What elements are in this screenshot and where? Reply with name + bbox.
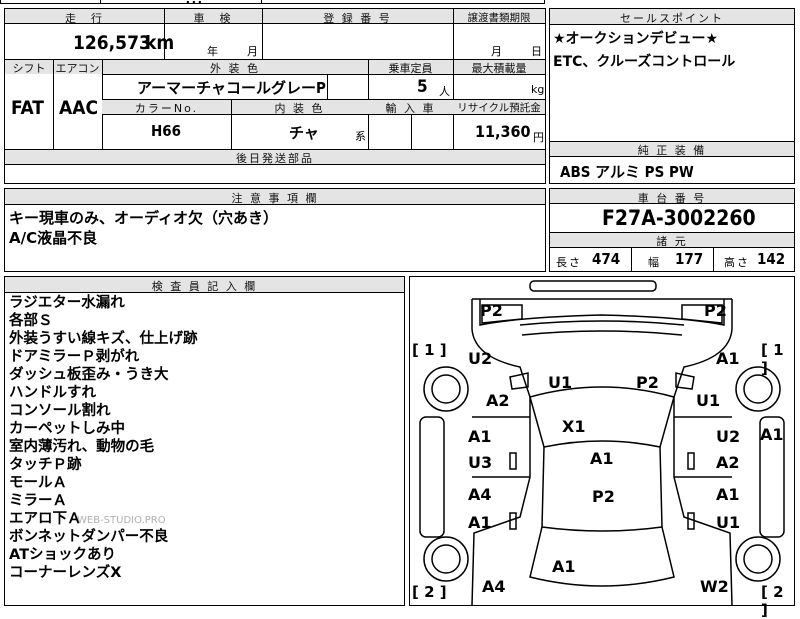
inspection-month-unit: 月	[247, 45, 258, 58]
transfer-day-unit: 日	[531, 45, 542, 58]
note-line: ボンネットダンパー不良	[9, 529, 169, 545]
damage-mark: A1	[552, 557, 576, 576]
standard-equipment-value: ABS アルミ PS PW	[560, 163, 694, 181]
registration-header: 登 録 番 号	[323, 12, 392, 25]
note-line: モールＡ	[9, 475, 67, 491]
note-line: コーナーレンズX	[9, 565, 122, 581]
shift-header: シフト	[12, 62, 46, 75]
wheel-bracket-fl: [ 1 ]	[412, 341, 447, 359]
length-label: 長さ	[556, 256, 582, 269]
watermark: WEB-STUDIO.PRO	[77, 515, 166, 526]
exterior-color-value: アーマーチャコールグレーP	[137, 79, 326, 97]
damage-mark: X1	[562, 417, 586, 436]
note-line: ATショックあり	[9, 547, 116, 563]
damage-mark: W2	[700, 577, 729, 596]
mileage-value: 126,573	[73, 32, 151, 54]
caution-line-2: A/C液晶不良	[9, 229, 98, 247]
capacity-value: 5	[417, 77, 428, 97]
cautions-header: 注 意 事 項 欄	[231, 192, 319, 205]
note-line: ハンドルすれ	[9, 385, 96, 401]
wheel-bracket-fr: [ 1 ]	[761, 341, 784, 377]
damage-mark: A1	[716, 485, 740, 504]
note-line: 室内薄汚れ、動物の毛	[9, 439, 155, 455]
length-value: 474	[592, 250, 621, 268]
damage-mark: A2	[486, 391, 510, 410]
note-line: 外装うすい線キズ、仕上げ跡	[9, 331, 198, 347]
note-line: コンソール割れ	[9, 403, 111, 419]
damage-mark: P2	[592, 487, 615, 506]
transfer-deadline-header: 譲渡書類期限	[467, 12, 531, 24]
aircon-header: エアコン	[55, 62, 100, 75]
damage-mark: A1	[760, 425, 784, 444]
inspection-year-unit: 年	[207, 45, 218, 58]
top-fragment-text: ．．．	[185, 0, 209, 7]
interior-color-suffix: 系	[355, 130, 366, 143]
damage-mark: U2	[468, 349, 493, 368]
sales-points-box: セールスポイント ★オークションデビュー★ ETC、クルーズコントロール 純 正…	[549, 8, 795, 184]
damage-mark: P2	[636, 373, 659, 392]
note-line: タッチＰ跡	[9, 457, 82, 473]
inspector-notes-list: ラジエター水漏れ 各部Ｓ 外装うすい線キズ、仕上げ跡 ドアミラーＰ剥がれ ダッシ…	[9, 294, 198, 582]
sales-point-line-2: ETC、クルーズコントロール	[553, 54, 736, 70]
note-line: 各部Ｓ	[9, 313, 53, 329]
damage-mark: U1	[716, 513, 741, 532]
note-line: カーペットしみ中	[9, 421, 125, 437]
sales-point-line-1: ★オークションデビュー★	[553, 31, 719, 47]
aircon-value: AAC	[59, 97, 99, 119]
damage-mark: P2	[704, 301, 727, 320]
wheel-bracket-rl: [ 2 ]	[412, 583, 447, 601]
color-no-value: H66	[151, 122, 182, 140]
damage-mark: A1	[468, 513, 492, 532]
damage-mark: A4	[482, 577, 506, 596]
sales-points-header: セールスポイント	[620, 12, 724, 25]
max-load-unit: kg	[531, 83, 545, 96]
height-value: 142	[757, 250, 786, 268]
inspector-notes-header: 検 査 員 記 入 欄	[151, 280, 258, 293]
capacity-unit: 人	[439, 85, 450, 98]
width-value: 177	[675, 250, 704, 268]
caution-line-1: キー現車のみ、オーディオ欠（穴あき）	[9, 209, 278, 227]
interior-color-value: チャ	[289, 124, 319, 142]
wheel-bracket-rr: [ 2 ]	[761, 583, 784, 619]
note-line: ミラーＡ	[9, 493, 67, 509]
vehicle-spec-table: 走 行 車 検 登 録 番 号 譲渡書類期限 126,573 km 年 月 月 …	[4, 8, 546, 184]
damage-mark: A1	[716, 349, 740, 368]
recycle-value: 11,360	[475, 122, 531, 141]
damage-mark: A1	[468, 427, 492, 446]
mileage-unit: km	[145, 32, 175, 54]
damage-mark: A2	[716, 453, 740, 472]
mileage-header: 走 行	[65, 12, 104, 25]
inspection-header: 車 検	[193, 12, 233, 25]
recycle-unit: 円	[533, 131, 544, 144]
note-line: ドアミラーＰ剥がれ	[9, 349, 140, 365]
note-line: ダッシュ板歪み・うき大	[9, 367, 169, 383]
damage-mark: U3	[468, 453, 493, 472]
cautions-box: 注 意 事 項 欄 キー現車のみ、オーディオ欠（穴あき） A/C液晶不良	[4, 188, 546, 272]
car-damage-diagram: [ 1 ] [ 1 ] [ 2 ] [ 2 ] P2 P2 U2 A1 U1 P…	[409, 276, 795, 619]
chassis-header: 車 台 番 号	[637, 192, 707, 205]
chassis-number: F27A-3002260	[602, 206, 756, 230]
note-line: ラジエター水漏れ	[9, 295, 125, 311]
chassis-specs-box: 車 台 番 号 F27A-3002260 諸 元 長さ 474 幅 177 高さ…	[549, 188, 795, 272]
shift-value: FAT	[11, 97, 44, 119]
top-partial-strip	[0, 0, 545, 4]
height-label: 高さ	[724, 256, 750, 269]
damage-mark: U1	[548, 373, 573, 392]
damage-mark: U1	[696, 391, 721, 410]
damage-mark: P2	[480, 301, 503, 320]
inspector-notes-box: 検 査 員 記 入 欄 ラジエター水漏れ 各部Ｓ 外装うすい線キズ、仕上げ跡 ド…	[4, 276, 405, 606]
damage-mark: A4	[468, 485, 492, 504]
damage-mark: U2	[716, 427, 741, 446]
transfer-month-unit: 月	[491, 45, 502, 58]
width-label: 幅	[648, 256, 659, 269]
recycle-header: リサイクル預託金	[457, 102, 541, 114]
damage-mark: A1	[590, 449, 614, 468]
